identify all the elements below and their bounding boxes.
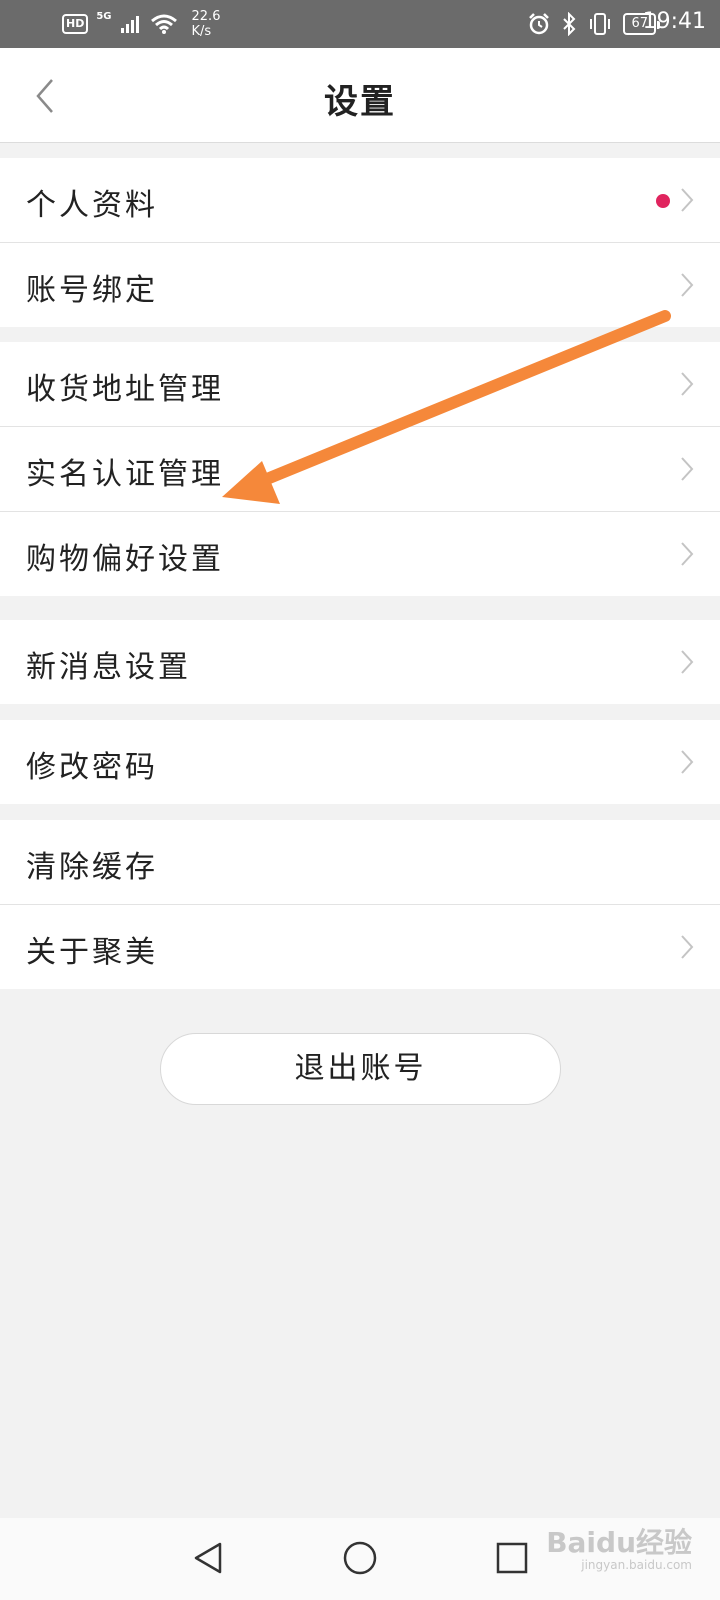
logout-button[interactable]: 退出账号 [160, 1033, 561, 1105]
alarm-icon [529, 13, 550, 35]
chevron-right-icon [681, 542, 694, 566]
watermark-sub: jingyan.baidu.com [581, 1558, 692, 1572]
network-speed: 22.6 K/s [192, 9, 221, 39]
clock: 19:41 [642, 9, 706, 34]
nav-recents-icon[interactable] [496, 1542, 528, 1574]
settings-item-real-name-verification[interactable]: 实名认证管理 [0, 427, 720, 512]
page-title: 设置 [324, 82, 396, 122]
settings-group-security: 修改密码 [0, 720, 720, 804]
speed-value: 22.6 [191, 9, 221, 24]
nav-home-icon[interactable] [342, 1540, 378, 1576]
notification-dot [656, 194, 670, 208]
system-nav-bar: Baidu经验 jingyan.baidu.com [0, 1518, 720, 1600]
vibrate-icon [590, 13, 611, 35]
settings-item-label: 关于聚美 [26, 935, 158, 970]
speed-unit: K/s [191, 24, 212, 39]
settings-item-clear-cache[interactable]: 清除缓存 [0, 820, 720, 905]
settings-group-notifications: 新消息设置 [0, 620, 720, 704]
status-right: 67 [527, 6, 660, 42]
settings-item-shipping-address[interactable]: 收货地址管理 [0, 342, 720, 427]
watermark-main: Baidu经验 [546, 1526, 692, 1559]
network-type: 5G [96, 10, 112, 22]
settings-group-misc: 清除缓存 关于聚美 [0, 820, 720, 989]
settings-group-profile: 个人资料 账号绑定 [0, 158, 720, 327]
settings-item-label: 个人资料 [26, 188, 158, 223]
settings-item-label: 收货地址管理 [26, 372, 224, 407]
bluetooth-icon [563, 12, 576, 36]
settings-group-shopping: 收货地址管理 实名认证管理 购物偏好设置 [0, 342, 720, 596]
settings-item-change-password[interactable]: 修改密码 [0, 720, 720, 804]
settings-item-shopping-preferences[interactable]: 购物偏好设置 [0, 512, 720, 596]
settings-item-label: 新消息设置 [26, 650, 191, 685]
chevron-right-icon [681, 372, 694, 396]
settings-item-label: 修改密码 [26, 750, 158, 785]
signal-icon [120, 16, 139, 33]
settings-item-about[interactable]: 关于聚美 [0, 905, 720, 989]
settings-item-label: 实名认证管理 [26, 457, 224, 492]
app-header: 设置 [0, 48, 720, 143]
chevron-right-icon [681, 750, 694, 774]
settings-item-account-binding[interactable]: 账号绑定 [0, 243, 720, 327]
wifi-icon [150, 14, 177, 34]
settings-item-label: 购物偏好设置 [26, 542, 224, 577]
chevron-right-icon [681, 650, 694, 674]
baidu-watermark: Baidu经验 jingyan.baidu.com [546, 1526, 692, 1573]
settings-item-new-message[interactable]: 新消息设置 [0, 620, 720, 704]
hd-badge: HD [62, 14, 89, 34]
status-left: HD 5G 22.6 K/s [62, 6, 220, 42]
chevron-right-icon [681, 935, 694, 959]
chevron-right-icon [681, 457, 694, 481]
status-bar: HD 5G 22.6 K/s 67 19:41 [0, 0, 720, 48]
settings-item-label: 清除缓存 [26, 850, 158, 885]
chevron-right-icon [681, 188, 694, 212]
settings-item-label: 账号绑定 [26, 273, 158, 308]
chevron-right-icon [681, 273, 694, 297]
nav-back-icon[interactable] [190, 1540, 226, 1576]
settings-item-profile[interactable]: 个人资料 [0, 158, 720, 243]
